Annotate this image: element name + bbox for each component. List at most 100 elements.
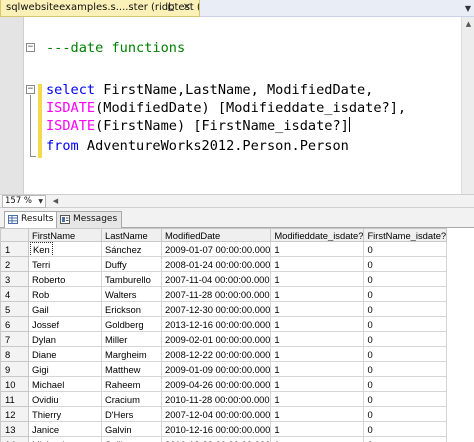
column-header-lastname[interactable]: LastName	[101, 228, 162, 242]
cell-modifieddate[interactable]: 2009-01-07 00:00:00.000	[160, 241, 272, 257]
cell-lastname[interactable]: D'Hers	[101, 406, 162, 422]
cell-modifieddate[interactable]: 2007-11-04 00:00:00.000	[160, 271, 272, 287]
cell-modifieddate-isdate[interactable]: 1	[270, 331, 365, 347]
cell-modifieddate-isdate[interactable]: 1	[270, 361, 365, 377]
query-editor[interactable]: − − ---date functions select FirstName,L…	[0, 17, 474, 194]
table-row[interactable]: 7 Dylan Miller 2009-02-01 00:00:00.000 1 0	[0, 331, 448, 347]
code-line-isdate-firstname[interactable]: ISDATE(FirstName) [FirstName_isdate?]	[46, 117, 350, 135]
cell-lastname[interactable]: Sullivan	[101, 436, 162, 442]
cell-modifieddate-isdate[interactable]: 1	[270, 376, 365, 392]
row-number[interactable]: 4	[0, 286, 29, 302]
row-number[interactable]: 2	[0, 256, 29, 272]
cell-lastname[interactable]: Matthew	[101, 361, 162, 377]
pin-icon[interactable]: ⊑	[164, 0, 178, 16]
table-row[interactable]: 9 Gigi Matthew 2009-01-09 00:00:00.000 1 0	[0, 361, 448, 377]
cell-firstname[interactable]: Rob	[28, 286, 102, 302]
cell-firstname-isdate[interactable]: 0	[363, 361, 448, 377]
table-row[interactable]: 6 Jossef Goldberg 2013-12-16 00:00:00.000 1 0	[0, 316, 448, 332]
tab-list-dropdown-icon[interactable]: ▼	[462, 0, 474, 17]
cell-lastname[interactable]: Tamburello	[101, 271, 162, 287]
cell-firstname-isdate[interactable]: 0	[363, 436, 448, 442]
cell-firstname-isdate[interactable]: 0	[363, 256, 448, 272]
column-header-firstname-isdate[interactable]: FirstName_isdate?	[363, 228, 448, 242]
table-row[interactable]: 4 Rob Walters 2007-11-28 00:00:00.000 1 0	[0, 286, 448, 302]
tab-messages[interactable]: Messages	[56, 211, 123, 228]
editor-vertical-scrollbar[interactable]: ▲	[461, 17, 474, 194]
code-line-comment[interactable]: ---date functions	[46, 39, 185, 57]
code-line-select[interactable]: select FirstName,LastName, ModifiedDate,	[46, 81, 373, 99]
cell-modifieddate[interactable]: 2008-01-24 00:00:00.000	[160, 256, 272, 272]
cell-modifieddate[interactable]: 2013-12-16 00:00:00.000	[160, 316, 272, 332]
cell-firstname[interactable]: Michael	[28, 436, 102, 442]
cell-lastname[interactable]: Walters	[101, 286, 162, 302]
cell-lastname[interactable]: Raheem	[101, 376, 162, 392]
cell-modifieddate[interactable]: 2010-12-23 00:00:00.000	[160, 436, 272, 442]
cell-firstname-isdate[interactable]: 0	[363, 391, 448, 407]
cell-modifieddate[interactable]: 2010-12-16 00:00:00.000	[160, 421, 272, 437]
cell-firstname-isdate[interactable]: 0	[363, 286, 448, 302]
row-number[interactable]: 12	[0, 406, 29, 422]
cell-firstname[interactable]: Gigi	[28, 361, 102, 377]
cell-lastname[interactable]: Goldberg	[101, 316, 162, 332]
code-line-isdate-modified[interactable]: ISDATE(ModifiedDate) [Modifieddate_isdat…	[46, 99, 406, 117]
column-header-firstname[interactable]: FirstName	[28, 228, 102, 242]
collapse-select-icon[interactable]: −	[26, 85, 35, 94]
cell-firstname[interactable]: Janice	[28, 421, 102, 437]
cell-lastname[interactable]: Galvin	[101, 421, 162, 437]
cell-modifieddate[interactable]: 2007-12-30 00:00:00.000	[160, 301, 272, 317]
cell-lastname[interactable]: Margheim	[101, 346, 162, 362]
cell-firstname[interactable]: Ovidiu	[28, 391, 102, 407]
row-number[interactable]: 7	[0, 331, 29, 347]
row-number[interactable]: 10	[0, 376, 29, 392]
row-number[interactable]: 14	[0, 436, 29, 442]
cell-modifieddate[interactable]: 2007-12-04 00:00:00.000	[160, 406, 272, 422]
cell-modifieddate-isdate[interactable]: 1	[270, 391, 365, 407]
row-number[interactable]: 8	[0, 346, 29, 362]
cell-modifieddate[interactable]: 2009-01-09 00:00:00.000	[160, 361, 272, 377]
row-number[interactable]: 13	[0, 421, 29, 437]
cell-firstname[interactable]: Terri	[28, 256, 102, 272]
cell-modifieddate-isdate[interactable]: 1	[270, 316, 365, 332]
table-row[interactable]: 8 Diane Margheim 2008-12-22 00:00:00.000 1 0	[0, 346, 448, 362]
cell-firstname[interactable]: Jossef	[28, 316, 102, 332]
cell-lastname[interactable]: Erickson	[101, 301, 162, 317]
table-row[interactable]: 10 Michael Raheem 2009-04-26 00:00:00.000 1 0	[0, 376, 448, 392]
cell-lastname[interactable]: Duffy	[101, 256, 162, 272]
cell-firstname[interactable]: Dylan	[28, 331, 102, 347]
collapse-comment-icon[interactable]: −	[26, 43, 35, 52]
table-row[interactable]: 14MichaelSullivan2010-12-23 00:00:00.000…	[0, 436, 448, 442]
cell-lastname[interactable]: Cracium	[101, 391, 162, 407]
table-row[interactable]: 12 Thierry D'Hers 2007-12-04 00:00:00.000 1 0	[0, 406, 448, 422]
close-icon[interactable]: ✕	[180, 0, 194, 16]
cell-firstname-isdate[interactable]: 0	[363, 301, 448, 317]
cell-lastname[interactable]: Miller	[101, 331, 162, 347]
cell-firstname-isdate[interactable]: 0	[363, 421, 448, 437]
row-number[interactable]: 6	[0, 316, 29, 332]
cell-modifieddate[interactable]: 2009-02-01 00:00:00.000	[160, 331, 272, 347]
cell-firstname[interactable]: Ken	[28, 241, 102, 257]
table-row[interactable]: 2 Terri Duffy 2008-01-24 00:00:00.000 1 0	[0, 256, 448, 272]
cell-modifieddate[interactable]: 2008-12-22 00:00:00.000	[160, 346, 272, 362]
cell-firstname[interactable]: Roberto	[28, 271, 102, 287]
cell-firstname-isdate[interactable]: 0	[363, 406, 448, 422]
scroll-left-arrow-icon[interactable]: ◀	[50, 195, 61, 208]
table-row[interactable]: 3 Roberto Tamburello 2007-11-04 00:00:00.00…	[0, 271, 448, 287]
table-row[interactable]: 11 Ovidiu Cracium 2010-11-28 00:00:00.000 1 0	[0, 391, 448, 407]
table-row[interactable]: 1 Ken Sánchez 2009-01-07 00:00:00.000 1 0	[0, 241, 448, 257]
cell-firstname-isdate[interactable]: 0	[363, 271, 448, 287]
cell-modifieddate-isdate[interactable]: 1	[270, 346, 365, 362]
cell-firstname-isdate[interactable]: 0	[363, 346, 448, 362]
cell-firstname-isdate[interactable]: 0	[363, 241, 448, 257]
grid-corner-cell[interactable]	[0, 228, 29, 242]
cell-firstname-isdate[interactable]: 0	[363, 376, 448, 392]
row-number[interactable]: 11	[0, 391, 29, 407]
cell-modifieddate-isdate[interactable]: 1	[270, 286, 365, 302]
column-header-modifieddate[interactable]: ModifiedDate	[160, 228, 272, 242]
row-number[interactable]: 1	[0, 241, 29, 257]
scroll-up-arrow-icon[interactable]: ▲	[462, 17, 474, 31]
cell-modifieddate-isdate[interactable]: 1	[270, 421, 365, 437]
cell-modifieddate-isdate[interactable]: 1	[270, 241, 365, 257]
tab-results[interactable]: Results	[4, 211, 59, 229]
row-number[interactable]: 3	[0, 271, 29, 287]
cell-modifieddate-isdate[interactable]: 1	[270, 436, 365, 442]
